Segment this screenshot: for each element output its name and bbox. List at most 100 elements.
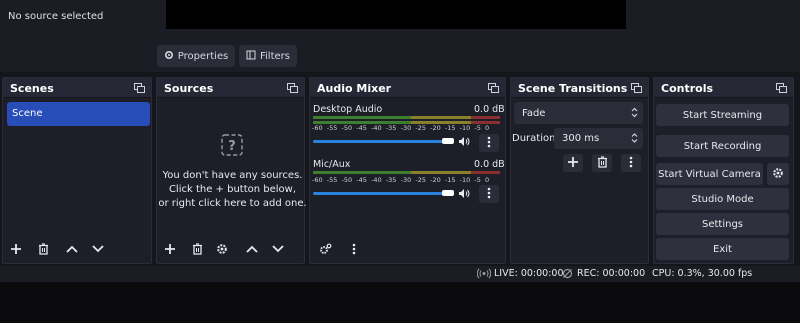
- add-source-button[interactable]: [160, 241, 180, 259]
- desktop-audio-label: Desktop Audio: [313, 104, 383, 115]
- mic-volume-slider[interactable]: [313, 192, 450, 195]
- speaker-icon[interactable]: [458, 136, 470, 150]
- mic-meter-yellow: [411, 171, 471, 174]
- desktop-meter-red: [471, 116, 500, 119]
- transition-select[interactable]: Fade: [514, 102, 643, 124]
- controls-header: Controls: [654, 78, 793, 98]
- empty-sources-line-2: Click the + button below,: [168, 184, 297, 195]
- mic-meter-green: [313, 171, 411, 174]
- trash-icon: [192, 242, 203, 258]
- mic-audio-menu-button[interactable]: [479, 185, 499, 203]
- trash-icon: [597, 155, 608, 171]
- trash-icon: [38, 242, 49, 258]
- window-bottom: [0, 282, 800, 323]
- scenes-title: Scenes: [10, 82, 54, 95]
- transitions-title: Scene Transitions: [518, 82, 628, 95]
- mic-meter-scale: -60 -55 -50 -45 -40 -35 -30 -25 -20 -15 …: [312, 176, 490, 184]
- studio-mode-button[interactable]: Studio Mode: [656, 188, 789, 210]
- move-source-down-button[interactable]: [268, 241, 288, 259]
- mixer-title: Audio Mixer: [317, 82, 392, 95]
- filters-button[interactable]: Filters: [239, 45, 297, 67]
- mixer-settings-button[interactable]: [315, 241, 335, 259]
- undock-icon[interactable]: [631, 83, 642, 93]
- updown-icon: [631, 107, 638, 121]
- start-streaming-button[interactable]: Start Streaming: [656, 104, 789, 126]
- mixer-header: Audio Mixer: [310, 78, 505, 98]
- transitions-header: Scene Transitions: [511, 78, 648, 98]
- svg-text:?: ?: [228, 139, 236, 154]
- plus-icon: [10, 243, 22, 258]
- controls-title: Controls: [661, 82, 714, 95]
- spinner-arrows-icon[interactable]: [631, 132, 638, 147]
- desktop-volume-knob[interactable]: [442, 138, 454, 144]
- empty-sources-line-3: or right click here to add one.: [158, 198, 307, 209]
- preview-canvas[interactable]: [166, 0, 626, 29]
- broadcast-icon: [476, 268, 492, 282]
- source-properties-button[interactable]: [212, 241, 232, 259]
- move-scene-up-button[interactable]: [62, 241, 82, 259]
- chevron-up-icon: [66, 245, 78, 256]
- cpu-status: CPU: 0.3%, 30.00 fps: [652, 268, 753, 279]
- kebab-menu-icon: [487, 187, 491, 202]
- undock-icon[interactable]: [134, 83, 145, 93]
- start-virtual-camera-button[interactable]: Start Virtual Camera: [656, 163, 763, 185]
- undock-icon[interactable]: [776, 83, 787, 93]
- desktop-audio-menu-button[interactable]: [479, 134, 499, 152]
- duration-value: 300 ms: [562, 133, 600, 144]
- move-source-up-button[interactable]: [242, 241, 262, 259]
- mixer-menu-button[interactable]: [344, 241, 364, 259]
- filter-icon: [246, 50, 256, 63]
- plus-icon: [164, 243, 176, 258]
- duration-spinbox[interactable]: 300 ms: [554, 128, 643, 149]
- kebab-menu-icon: [487, 136, 491, 151]
- undock-icon[interactable]: [287, 83, 298, 93]
- desktop-volume-slider[interactable]: [313, 140, 450, 143]
- move-scene-down-button[interactable]: [88, 241, 108, 259]
- kebab-menu-icon: [629, 156, 633, 171]
- desktop-meter-yellow: [411, 116, 471, 119]
- transition-menu-button[interactable]: [621, 154, 641, 172]
- empty-sources-line-1: You don't have any sources.: [162, 170, 303, 181]
- chevron-down-icon: [92, 244, 104, 256]
- context-bar: [0, 40, 800, 72]
- add-scene-button[interactable]: [6, 241, 26, 259]
- add-transition-button[interactable]: [563, 154, 583, 172]
- gear-icon: [216, 243, 228, 258]
- scenes-dock: Scenes Scene: [2, 77, 152, 264]
- rec-status: REC: 00:00:00: [577, 268, 646, 279]
- sources-header: Sources: [157, 78, 304, 98]
- mic-aux-label: Mic/Aux: [313, 159, 351, 170]
- mic-volume-knob[interactable]: [442, 190, 454, 196]
- sources-title: Sources: [164, 82, 214, 95]
- properties-button[interactable]: Properties: [157, 45, 235, 67]
- question-mark-icon: ?: [221, 134, 243, 159]
- selected-source-label: No source selected: [8, 11, 104, 22]
- transition-selected-label: Fade: [522, 108, 546, 119]
- record-icon: [562, 268, 573, 282]
- mic-aux-db: 0.0 dB: [474, 159, 505, 170]
- desktop-meter-scale: -60 -55 -50 -45 -40 -35 -30 -25 -20 -15 …: [312, 124, 490, 132]
- kebab-menu-icon: [352, 243, 356, 258]
- gear-icon: [772, 167, 784, 182]
- remove-source-button[interactable]: [187, 241, 207, 259]
- undock-icon[interactable]: [488, 83, 499, 93]
- speaker-icon[interactable]: [458, 188, 470, 202]
- desktop-meter-green: [313, 116, 411, 119]
- start-recording-button[interactable]: Start Recording: [656, 135, 789, 157]
- filters-label: Filters: [260, 50, 290, 62]
- duration-label: Duration: [512, 133, 556, 144]
- gear-icon: [164, 50, 174, 63]
- chevron-down-icon: [272, 244, 284, 256]
- properties-label: Properties: [177, 50, 229, 62]
- mic-meter-red: [471, 171, 500, 174]
- remove-transition-button[interactable]: [592, 154, 612, 172]
- virtual-camera-settings-button[interactable]: [767, 163, 789, 185]
- desktop-audio-db: 0.0 dB: [474, 104, 505, 115]
- chevron-up-icon: [246, 245, 258, 256]
- remove-scene-button[interactable]: [33, 241, 53, 259]
- settings-button[interactable]: Settings: [656, 213, 789, 235]
- exit-button[interactable]: Exit: [656, 238, 789, 260]
- sources-dock[interactable]: Sources ? You don't have any sources. Cl…: [156, 77, 307, 264]
- scenes-header: Scenes: [3, 78, 151, 98]
- scene-list-item[interactable]: Scene: [7, 102, 150, 126]
